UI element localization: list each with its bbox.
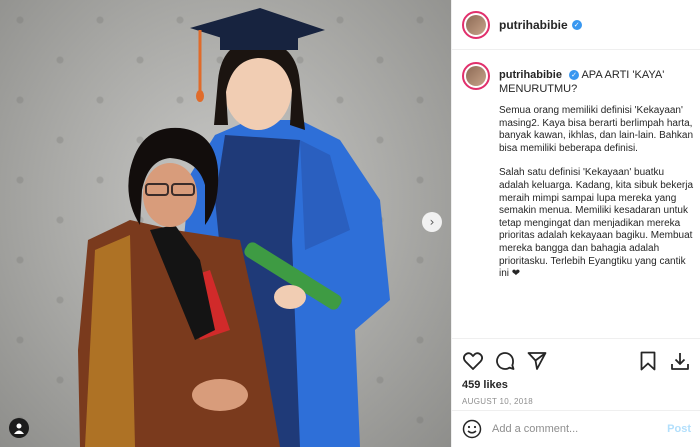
user-tag-icon[interactable]: [9, 418, 29, 438]
post-header: putrihabibie ✓: [452, 0, 700, 50]
avatar[interactable]: [462, 62, 490, 90]
emoji-icon[interactable]: [462, 419, 482, 439]
graduation-photo: [78, 8, 390, 447]
share-icon[interactable]: [526, 350, 548, 372]
avatar[interactable]: [462, 10, 490, 39]
post-comment-button[interactable]: Post: [667, 423, 691, 435]
caption-paragraph: Salah satu definisi 'Kekayaan' buatku ad…: [499, 167, 694, 280]
caption-body: Semua orang memiliki definisi 'Kekayaan'…: [499, 105, 694, 281]
caption-username[interactable]: putrihabibie: [499, 69, 562, 81]
comment-icon[interactable]: [494, 350, 516, 372]
bookmark-icon[interactable]: [637, 350, 659, 372]
comment-bar: Post: [452, 410, 700, 447]
verified-badge-icon: ✓: [569, 70, 580, 80]
next-arrow-icon[interactable]: ›: [422, 212, 442, 232]
username-link[interactable]: putrihabibie: [499, 18, 568, 32]
comment-input[interactable]: [492, 423, 668, 435]
download-icon[interactable]: [669, 350, 691, 372]
post-date: AUGUST 10, 2018: [462, 397, 534, 406]
caption: putrihabibie ✓ APA ARTI 'KAYA' MENURUTMU…: [462, 62, 694, 334]
post-actions: 459 likes AUGUST 10, 2018: [452, 338, 700, 406]
like-count[interactable]: 459 likes: [462, 379, 691, 391]
post-photo[interactable]: ›: [0, 0, 451, 447]
caption-paragraph: Semua orang memiliki definisi 'Kekayaan'…: [499, 105, 694, 154]
post-sidebar: putrihabibie ✓ putrihabibie ✓ APA ARTI '…: [451, 0, 700, 447]
verified-badge-icon: ✓: [571, 19, 582, 30]
caption-title: putrihabibie ✓ APA ARTI 'KAYA' MENURUTMU…: [499, 68, 694, 96]
heart-icon[interactable]: [462, 350, 484, 372]
